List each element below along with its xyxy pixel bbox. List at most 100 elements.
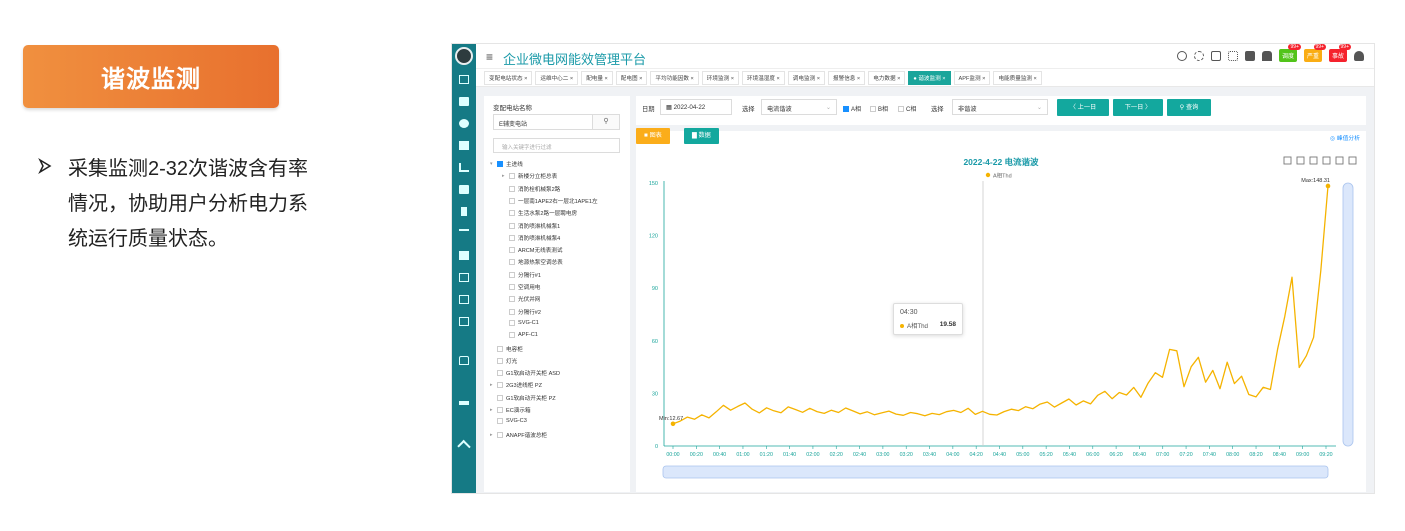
- tab-item[interactable]: APF监测 ×: [953, 70, 991, 85]
- max-point[interactable]: [1325, 183, 1331, 189]
- caret-icon[interactable]: ▸: [502, 173, 508, 179]
- tab-item[interactable]: 电能质量监测 ×: [993, 70, 1042, 85]
- tab-item[interactable]: ● 谐波监测 ×: [908, 70, 951, 85]
- type-select[interactable]: 电流谐波 ⌄: [761, 99, 837, 115]
- tab-item[interactable]: 报警信息 ×: [828, 70, 866, 85]
- line-icon[interactable]: [1283, 156, 1292, 165]
- tree-node[interactable]: ▸ EC演示箱: [490, 406, 531, 414]
- tree-node[interactable]: 消防栓机械泵2路: [502, 185, 560, 193]
- tools-icon[interactable]: [457, 439, 471, 454]
- tree-node[interactable]: ARCM无线表测试: [502, 246, 562, 254]
- chart-view-button[interactable]: ■ 图表: [636, 128, 670, 144]
- caret-icon[interactable]: ▸: [490, 382, 496, 388]
- checkbox-icon[interactable]: [497, 357, 503, 364]
- tree-node[interactable]: ▸ ANAPF谐波总柜: [490, 431, 547, 439]
- network-icon[interactable]: [459, 401, 469, 405]
- tree-node[interactable]: ▾ 主进线: [490, 160, 523, 168]
- monitor-icon[interactable]: [459, 75, 469, 84]
- checkbox-icon[interactable]: [509, 284, 515, 290]
- checkbox-icon[interactable]: [509, 247, 515, 254]
- peak-analysis-link[interactable]: ◎ 峰值分析: [1330, 133, 1360, 142]
- tab-item[interactable]: 运维中心二 ×: [535, 70, 579, 85]
- tab-item[interactable]: 调电监测 ×: [787, 70, 825, 85]
- tree-node[interactable]: 生活水泵2路一层聘电房: [502, 209, 577, 217]
- checkbox-icon[interactable]: [509, 173, 515, 180]
- checkbox-icon[interactable]: [509, 234, 515, 241]
- tower-icon[interactable]: [459, 229, 469, 238]
- screen-icon[interactable]: [459, 97, 469, 106]
- grid-icon[interactable]: [459, 273, 469, 282]
- checkbox-icon[interactable]: [509, 271, 515, 278]
- tree-node[interactable]: G1软启动开关柜 ASD: [490, 369, 560, 377]
- folder-icon[interactable]: [459, 141, 469, 150]
- min-point[interactable]: [670, 421, 676, 427]
- alarm-icon[interactable]: [461, 207, 467, 216]
- station-search-button[interactable]: ⚲: [592, 114, 620, 130]
- document-icon[interactable]: [1210, 50, 1221, 61]
- device-icon[interactable]: [459, 185, 469, 194]
- checkbox-icon[interactable]: [509, 210, 515, 217]
- tree-node[interactable]: ▸ 新楼分立柜总表: [502, 172, 557, 180]
- checkbox-icon[interactable]: [509, 308, 515, 315]
- user-icon[interactable]: [1354, 50, 1364, 61]
- dashboard-icon[interactable]: [1244, 50, 1255, 61]
- tab-item[interactable]: 配电量 ×: [581, 70, 613, 85]
- save-icon[interactable]: [1348, 156, 1357, 165]
- stack-icon[interactable]: [1309, 156, 1318, 165]
- date-input[interactable]: ▦ 2022-04-22: [660, 99, 732, 115]
- tile-icon[interactable]: [1322, 156, 1331, 165]
- phase-c-checkbox[interactable]: C相: [898, 104, 916, 113]
- tree-node[interactable]: 消防喷淋机械泵1: [502, 222, 560, 230]
- table-icon[interactable]: [459, 251, 469, 260]
- tree-node[interactable]: SVG-C1: [502, 319, 539, 326]
- station-select[interactable]: E辅变电站: [493, 114, 601, 130]
- tree-node[interactable]: APF-C1: [502, 332, 538, 339]
- tab-item[interactable]: 变配电站状态 ×: [484, 70, 533, 85]
- checkbox-icon[interactable]: [509, 296, 515, 303]
- checkbox-icon[interactable]: [497, 382, 503, 389]
- tree-node[interactable]: 消防喷淋机械泵4: [502, 234, 560, 242]
- prev-day-button[interactable]: 〈 上一日: [1057, 99, 1109, 116]
- caret-icon[interactable]: ▸: [490, 407, 496, 413]
- checkbox-icon[interactable]: [509, 332, 515, 339]
- tree-node[interactable]: 空调用电: [502, 283, 540, 291]
- caret-icon[interactable]: ▾: [490, 161, 496, 167]
- tree-node[interactable]: 光伏并网: [502, 295, 540, 303]
- tree-node[interactable]: 一层南1APE2右一层北1APE1左: [502, 197, 598, 205]
- harmonic-select[interactable]: 非谐波 ⌄: [952, 99, 1048, 115]
- checkbox-icon[interactable]: [509, 185, 515, 192]
- bar-icon[interactable]: [1296, 156, 1305, 165]
- phase-a-checkbox[interactable]: A相: [843, 104, 861, 113]
- tree-node[interactable]: 电容柜: [490, 345, 523, 353]
- tree-node[interactable]: 分隔行#1: [502, 271, 541, 279]
- phase-b-checkbox[interactable]: B相: [870, 104, 888, 113]
- tree-filter-input[interactable]: 输入关键字进行过滤: [493, 138, 620, 153]
- legend-marker[interactable]: [985, 172, 991, 178]
- caret-icon[interactable]: ▸: [490, 432, 496, 438]
- badge-serious[interactable]: 严重 99+: [1303, 44, 1326, 62]
- checkbox-icon[interactable]: [509, 197, 515, 204]
- checkbox-icon[interactable]: [497, 345, 503, 352]
- tab-item[interactable]: 电力数据 ×: [868, 70, 906, 85]
- shirt-icon[interactable]: [1261, 50, 1272, 61]
- search-button[interactable]: ⚲ 查询: [1167, 99, 1211, 116]
- refresh-icon[interactable]: [1193, 50, 1204, 61]
- report-icon[interactable]: [459, 295, 469, 304]
- checkbox-icon[interactable]: [497, 370, 503, 377]
- tab-item[interactable]: 环境温湿度 ×: [742, 70, 785, 85]
- tree-node[interactable]: 地源热泵空调总表: [502, 258, 563, 266]
- tree-node[interactable]: ▸ 2G3进线柜 PZ: [490, 381, 542, 389]
- hamburger-menu-icon[interactable]: ≡: [486, 50, 493, 64]
- vertical-zoom-slider[interactable]: [1342, 182, 1354, 447]
- restore-icon[interactable]: [1335, 156, 1344, 165]
- checkbox-icon[interactable]: [497, 431, 503, 438]
- tab-item[interactable]: 配电图 ×: [615, 70, 648, 85]
- checkbox-icon[interactable]: [509, 222, 515, 229]
- tree-node[interactable]: SVG-C3: [490, 418, 527, 425]
- badge-dispatch[interactable]: 调度 99+: [1278, 44, 1301, 62]
- badge-accident[interactable]: 事故 99+: [1328, 44, 1351, 62]
- search-icon[interactable]: [1176, 50, 1187, 61]
- checkbox-icon[interactable]: [497, 418, 503, 425]
- horizontal-zoom-slider[interactable]: [662, 465, 1329, 479]
- tree-node[interactable]: G1软启动开关柜 PZ: [490, 394, 556, 402]
